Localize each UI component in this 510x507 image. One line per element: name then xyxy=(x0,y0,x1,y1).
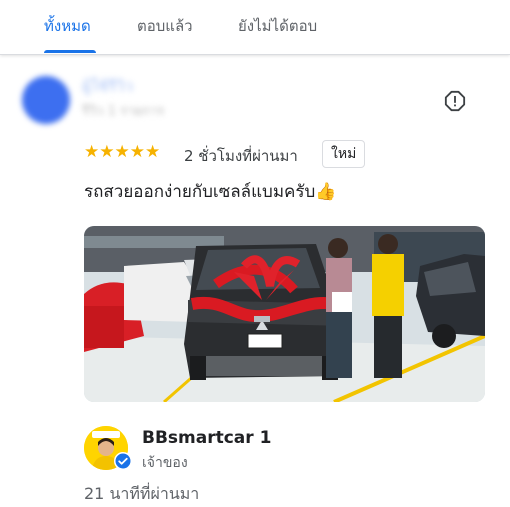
reviewer-name[interactable]: ผู้ใช้รีวิว xyxy=(82,74,133,98)
reviewer-meta: รีวิว 1 รายการ xyxy=(82,104,165,119)
reviewer-avatar[interactable] xyxy=(22,76,70,124)
review-time: 2 ชั่วโมงที่ผ่านมา xyxy=(184,147,298,165)
rating-stars: ★★★★★ xyxy=(84,142,161,162)
verified-check-icon xyxy=(114,452,132,470)
owner-name[interactable]: BBsmartcar 1 xyxy=(142,428,271,448)
tab-answered[interactable]: ตอบแล้ว xyxy=(137,14,193,38)
tab-bar: ทั้งหมด ตอบแล้ว ยังไม่ได้ตอบ xyxy=(0,0,510,55)
report-icon[interactable] xyxy=(444,90,466,112)
review-photo[interactable] xyxy=(84,226,485,402)
showroom-photo-graphic xyxy=(84,226,485,402)
review-text: รถสวยออกง่ายกับเซลล์แบมครับ👍 xyxy=(84,182,337,202)
reply-time: 21 นาทีที่ผ่านมา xyxy=(84,484,200,503)
tab-all[interactable]: ทั้งหมด xyxy=(44,14,91,38)
new-badge: ใหม่ xyxy=(322,140,366,168)
active-tab-indicator xyxy=(44,50,96,53)
owner-role: เจ้าของ xyxy=(142,455,188,471)
tab-unanswered[interactable]: ยังไม่ได้ตอบ xyxy=(238,14,317,38)
